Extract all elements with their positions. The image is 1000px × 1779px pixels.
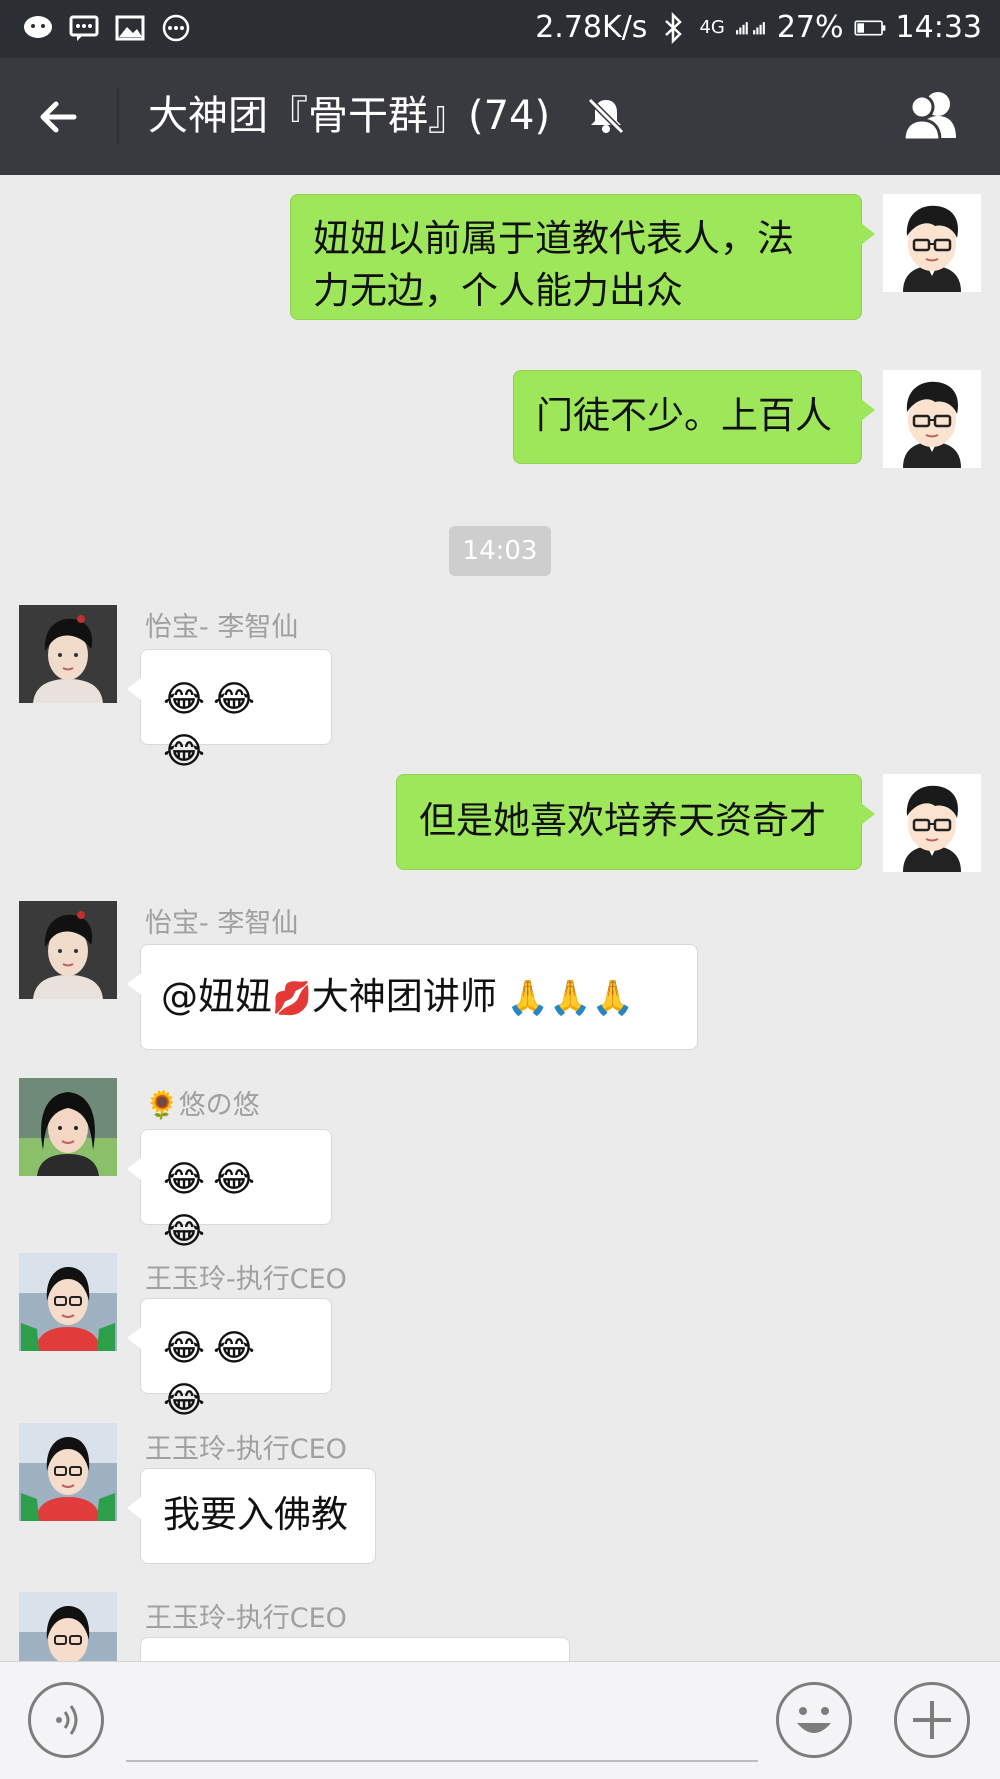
mention-text: @妞妞 — [161, 975, 272, 1018]
input-bar — [0, 1661, 1000, 1779]
group-title[interactable]: 大神团『骨干群』(74) — [148, 86, 550, 146]
back-arrow-icon[interactable] — [34, 92, 84, 142]
tears-of-joy-emoji: 😂 — [163, 1327, 206, 1369]
their-message-bubble[interactable]: 😂 😂😂 — [127, 1129, 332, 1252]
message-text-line: 妞妞以前属于道教代表人，法 — [313, 217, 794, 260]
group-members-icon[interactable] — [898, 88, 966, 144]
folded-hands-emoji: 🙏 — [506, 978, 550, 1018]
sender-avatar[interactable] — [19, 605, 117, 703]
sender-name: 怡宝- 李智仙 — [145, 612, 299, 643]
sender-name: 王玉玲-执行CEO — [145, 1434, 347, 1465]
my-message-bubble[interactable]: 门徒不少。上百人 — [513, 370, 875, 464]
chat-header: 大神团『骨干群』(74) — [0, 58, 1000, 175]
mute-icon — [584, 94, 628, 138]
my-avatar[interactable] — [883, 194, 981, 292]
message-text-line: 力无边，个人能力出众 — [313, 269, 683, 312]
kiss-mark-emoji: 💋 — [272, 979, 312, 1017]
voice-icon[interactable] — [28, 1682, 104, 1758]
their-message-bubble[interactable] — [140, 1637, 570, 1661]
folded-hands-emoji: 🙏 — [591, 978, 634, 1018]
tears-of-joy-emoji: 😂 — [213, 1327, 256, 1369]
sender-name: 🌻悠の悠 — [145, 1090, 260, 1121]
message-input[interactable] — [126, 1682, 758, 1762]
sender-avatar[interactable] — [19, 1423, 117, 1521]
battery-icon — [854, 12, 886, 44]
header-divider — [117, 88, 119, 144]
sunflower-emoji: 🌻 — [145, 1090, 179, 1121]
sender-avatar[interactable] — [19, 1078, 117, 1176]
message-icon — [68, 12, 100, 44]
their-message-bubble[interactable]: 😂 😂😂 — [127, 1298, 332, 1421]
sender-name: 怡宝- 李智仙 — [145, 908, 299, 939]
more-icon — [160, 12, 192, 44]
network-type: 4G — [699, 17, 725, 38]
my-message-bubble[interactable]: 妞妞以前属于道教代表人，法 力无边，个人能力出众 — [290, 194, 875, 320]
sender-avatar[interactable] — [19, 901, 117, 999]
timestamp-chip: 14:03 — [449, 526, 551, 576]
tears-of-joy-emoji: 😂 — [163, 1379, 206, 1421]
my-avatar[interactable] — [883, 774, 981, 872]
message-text: 门徒不少。上百人 — [536, 394, 832, 437]
message-text: 但是她喜欢培养天资奇才 — [419, 799, 826, 842]
battery-percent: 27% — [776, 10, 844, 45]
image-icon — [114, 12, 146, 44]
sender-name: 王玉玲-执行CEO — [145, 1603, 347, 1634]
my-avatar[interactable] — [883, 370, 981, 468]
plus-icon[interactable] — [894, 1682, 970, 1758]
tears-of-joy-emoji: 😂 — [213, 1158, 256, 1200]
sender-name: 王玉玲-执行CEO — [145, 1264, 347, 1295]
status-bar: 2.78K/s 4G 27% 14:33 — [0, 0, 1000, 58]
bluetooth-icon — [657, 11, 689, 44]
their-message-bubble[interactable]: @妞妞💋大神团讲师 🙏🙏🙏 — [127, 944, 698, 1050]
tears-of-joy-emoji: 😂 — [163, 1158, 206, 1200]
tears-of-joy-emoji: 😂 — [163, 1210, 206, 1252]
message-text: 我要入佛教 — [163, 1493, 348, 1536]
tears-of-joy-emoji: 😂 — [163, 730, 206, 772]
net-speed: 2.78K/s — [535, 10, 648, 45]
my-message-bubble[interactable]: 但是她喜欢培养天资奇才 — [396, 774, 875, 870]
their-message-bubble[interactable]: 我要入佛教 — [127, 1468, 376, 1564]
signal-icon — [735, 12, 767, 44]
sender-avatar[interactable] — [19, 1253, 117, 1351]
folded-hands-emoji: 🙏 — [549, 978, 592, 1018]
message-text: 大神团讲师 — [311, 975, 497, 1018]
tears-of-joy-emoji: 😂 — [163, 678, 206, 720]
chat-message-list[interactable]: 妞妞以前属于道教代表人，法 力无边，个人能力出众 门徒不少。上百人 14:03 … — [0, 175, 1000, 1661]
chat-icon — [22, 12, 54, 44]
sender-avatar[interactable] — [19, 1592, 117, 1661]
clock: 14:33 — [895, 10, 982, 45]
tears-of-joy-emoji: 😂 — [213, 678, 256, 720]
their-message-bubble[interactable]: 😂 😂😂 — [127, 649, 332, 772]
emoji-icon[interactable] — [776, 1682, 852, 1758]
